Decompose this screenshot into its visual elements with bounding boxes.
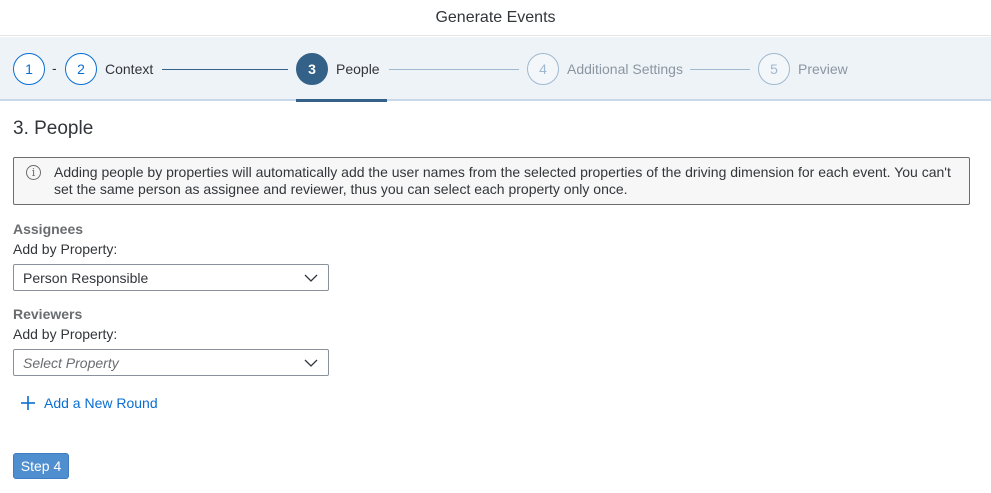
info-message-text: Adding people by properties will automat… [54,164,951,197]
dialog-title: Generate Events [435,8,556,26]
title-bar: Generate Events [0,0,991,36]
next-step-button[interactable]: Step 4 [13,453,69,479]
add-new-round-button[interactable]: Add a New Round [20,393,158,413]
plus-icon [21,396,35,410]
info-message-strip: i Adding people by properties will autom… [13,157,970,205]
reviewers-select-placeholder: Select Property [23,355,119,371]
wizard-progress-bar: 1 - 2 Context 3 People 4 Additional Sett… [0,37,991,102]
wizard-step-4-label: Additional Settings [567,61,683,77]
info-icon: i [26,165,41,180]
wizard-step-3[interactable]: 3 [296,53,328,85]
wizard-step-2[interactable]: 2 [65,53,97,85]
step-connector [389,69,519,70]
chevron-down-icon[interactable] [304,356,318,370]
assignees-property-select[interactable]: Person Responsible [13,264,329,291]
assignees-selected-value: Person Responsible [23,270,149,286]
wizard-step-3-label[interactable]: People [336,61,380,77]
step-connector [162,69,288,70]
wizard-step-4: 4 [527,53,559,85]
add-new-round-label: Add a New Round [44,395,158,411]
wizard-step-5: 5 [758,53,790,85]
reviewers-heading: Reviewers [13,306,83,322]
chevron-down-icon[interactable] [304,271,318,285]
step-connector [690,69,750,70]
wizard-step-5-label: Preview [798,61,848,77]
wizard-step-2-label[interactable]: Context [105,61,153,77]
reviewers-property-label: Add by Property: [13,326,118,342]
assignees-heading: Assignees [13,221,84,237]
assignees-property-label: Add by Property: [13,241,118,257]
wizard-step-1[interactable]: 1 [13,53,45,85]
step-separator: - [52,60,57,76]
reviewers-property-select[interactable]: Select Property [13,349,329,376]
active-step-indicator [296,99,387,102]
page-title: 3. People [13,118,94,139]
